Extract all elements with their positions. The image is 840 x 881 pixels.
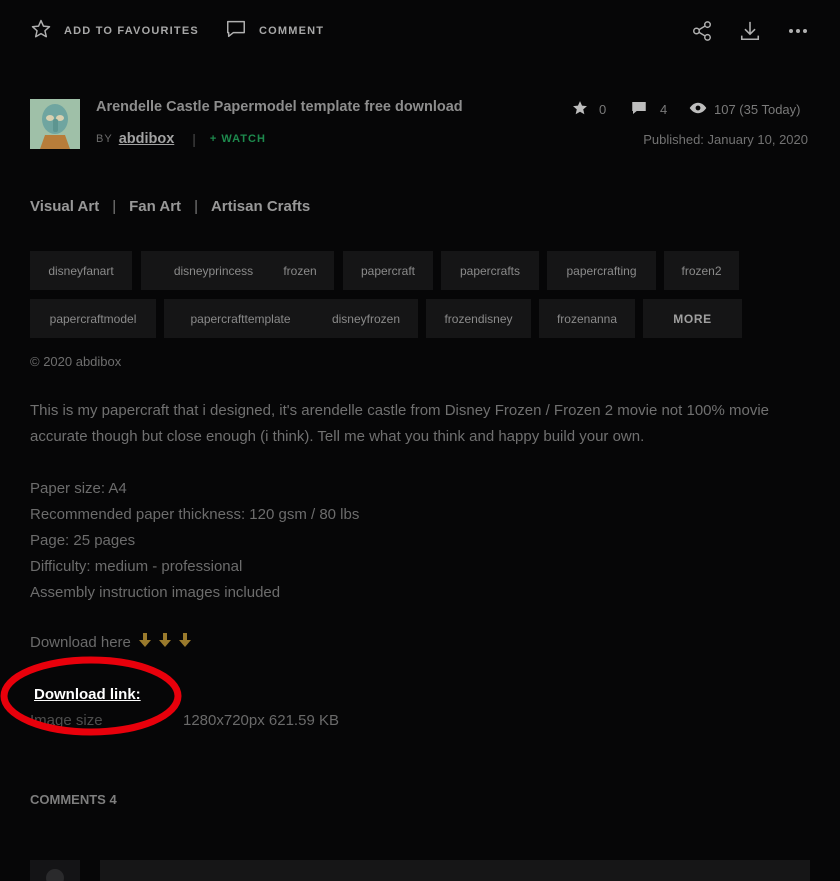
tag-chip[interactable]: papercraftmodel: [30, 299, 156, 338]
copyright-notice: © 2020 abdibox: [30, 354, 122, 369]
comment-avatar[interactable]: [30, 860, 80, 881]
comment-input[interactable]: [100, 860, 810, 881]
category-visual-art[interactable]: Visual Art: [30, 198, 99, 215]
image-size-label: Image size: [30, 712, 103, 729]
spec-list: Paper size: A4 Recommended paper thickne…: [30, 476, 359, 606]
favourites-count: 0: [599, 102, 607, 117]
description: This is my papercraft that i designed, i…: [30, 402, 770, 445]
comments-count: 4: [660, 102, 668, 117]
tag-chip[interactable]: papercrafttemplate: [164, 299, 317, 338]
comment-icon: [225, 18, 247, 45]
download-here-line: Download here: [30, 632, 195, 652]
top-toolbar: ADD TO FAVOURITES COMMENT: [0, 0, 840, 62]
comments-total: 4: [109, 792, 117, 807]
byline-separator: |: [192, 131, 196, 147]
watch-button[interactable]: + WATCH: [210, 133, 266, 145]
tag-chip[interactable]: papercraft: [343, 251, 433, 290]
category-fan-art[interactable]: Fan Art: [129, 198, 181, 215]
category-separator: |: [112, 198, 117, 215]
tag-chip[interactable]: papercrafts: [441, 251, 539, 290]
more-tags-button[interactable]: MORE: [643, 299, 742, 338]
comments-heading: COMMENTS 4: [30, 792, 117, 807]
more-icon[interactable]: [786, 18, 810, 44]
favourites-stat: 0: [571, 99, 606, 120]
star-outline-icon: [30, 18, 52, 45]
published-date: Published: January 10, 2020: [643, 132, 808, 147]
star-filled-icon: [571, 99, 589, 120]
category-artisan-crafts[interactable]: Artisan Crafts: [211, 198, 310, 215]
author-link[interactable]: abdibox: [119, 131, 175, 147]
spec-line: Recommended paper thickness: 120 gsm / 8…: [30, 506, 360, 523]
spec-line: Assembly instruction images included: [30, 584, 281, 601]
views-stat: 107 (35 Today): [689, 99, 801, 120]
tag-chip[interactable]: disneyfrozen: [314, 299, 418, 338]
down-arrow-icon: [155, 632, 175, 652]
eye-icon: [689, 99, 707, 120]
add-to-favourites-label: ADD TO FAVOURITES: [64, 25, 199, 37]
down-arrow-icon: [135, 632, 155, 652]
deviation-title: Arendelle Castle Papermodel template fre…: [96, 99, 463, 115]
category-separator: |: [194, 198, 198, 215]
download-icon[interactable]: [738, 18, 762, 44]
spec-line: Difficulty: medium - professional: [30, 558, 243, 575]
comments-stat: 4: [630, 99, 667, 120]
tag-chip[interactable]: frozen2: [664, 251, 739, 290]
author-avatar[interactable]: [30, 99, 80, 149]
down-arrow-icon: [175, 632, 195, 652]
tag-chip[interactable]: disneyfanart: [30, 251, 132, 290]
tag-chip[interactable]: frozen: [266, 251, 334, 290]
down-arrows: [135, 632, 195, 652]
spec-line: Paper size: A4: [30, 480, 127, 497]
download-here-text: Download here: [30, 633, 131, 651]
comments-label: COMMENTS: [30, 792, 106, 807]
tag-chip[interactable]: papercrafting: [547, 251, 656, 290]
tag-chip[interactable]: disneyprincess: [141, 251, 286, 290]
add-to-favourites-button[interactable]: ADD TO FAVOURITES: [30, 18, 199, 44]
download-link[interactable]: Download link:: [34, 686, 141, 703]
tag-chip[interactable]: frozendisney: [426, 299, 531, 338]
by-label: BY: [96, 133, 113, 145]
byline: BY abdibox | + WATCH: [96, 131, 266, 147]
category-breadcrumb: Visual Art | Fan Art | Artisan Crafts: [30, 198, 310, 215]
spec-line: Page: 25 pages: [30, 532, 136, 549]
comment-label: COMMENT: [259, 25, 325, 37]
share-icon[interactable]: [690, 18, 714, 44]
comment-filled-icon: [630, 99, 648, 120]
views-count: 107 (35 Today): [714, 102, 801, 117]
comment-button[interactable]: COMMENT: [225, 18, 324, 44]
image-size-value: 1280x720px 621.59 KB: [183, 712, 339, 729]
tag-chip[interactable]: frozenanna: [539, 299, 635, 338]
